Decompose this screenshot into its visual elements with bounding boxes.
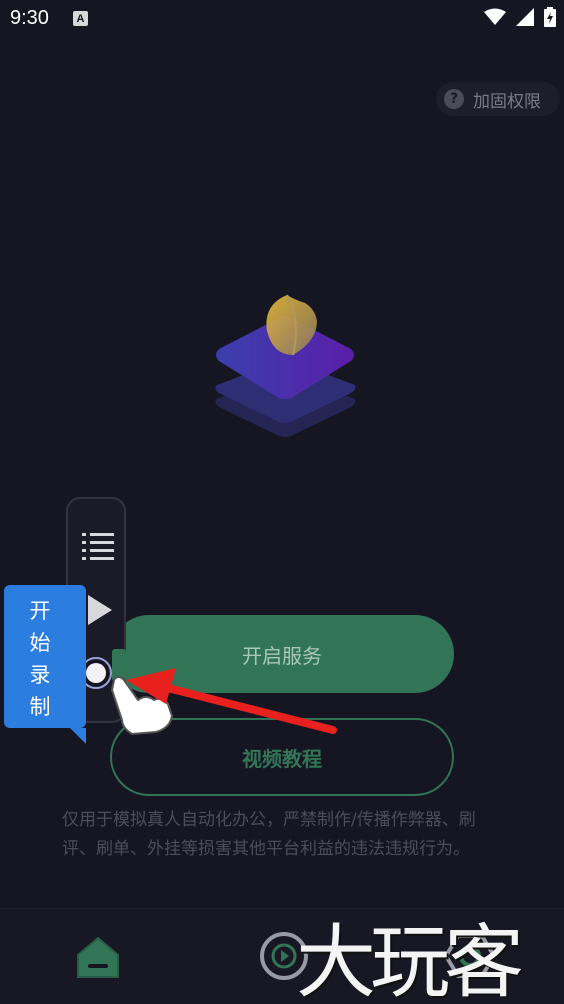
reinforce-permission-button[interactable]: ? 加固权限 xyxy=(436,82,560,116)
list-icon[interactable] xyxy=(82,531,114,561)
notification-a-icon: A xyxy=(73,11,88,26)
start-recording-tooltip: 开始录制 xyxy=(4,585,86,744)
watermark-text: 大玩客 xyxy=(296,916,524,1004)
tooltip-label: 开始录制 xyxy=(29,599,51,719)
app-logo-icon xyxy=(215,294,356,437)
status-bar: 9:30 A xyxy=(0,0,564,40)
status-time: 9:30 xyxy=(10,7,49,29)
status-indicators xyxy=(484,7,556,27)
home-icon[interactable] xyxy=(76,935,120,979)
disclaimer-text: 仅用于模拟真人自动化办公，严禁制作/传播作弊器、刷评、刷单、外挂等损害其他平台利… xyxy=(62,810,476,859)
start-service-button[interactable]: 开启服务 xyxy=(110,615,454,693)
help-icon: ? xyxy=(444,89,464,109)
reinforce-permission-label: 加固权限 xyxy=(473,91,541,112)
wifi-icon xyxy=(484,8,506,25)
signal-icon xyxy=(516,8,534,26)
record-tab xyxy=(112,649,126,681)
play-icon[interactable] xyxy=(86,595,112,625)
battery-icon xyxy=(544,7,556,27)
video-tutorial-button[interactable]: 视频教程 xyxy=(110,718,454,796)
